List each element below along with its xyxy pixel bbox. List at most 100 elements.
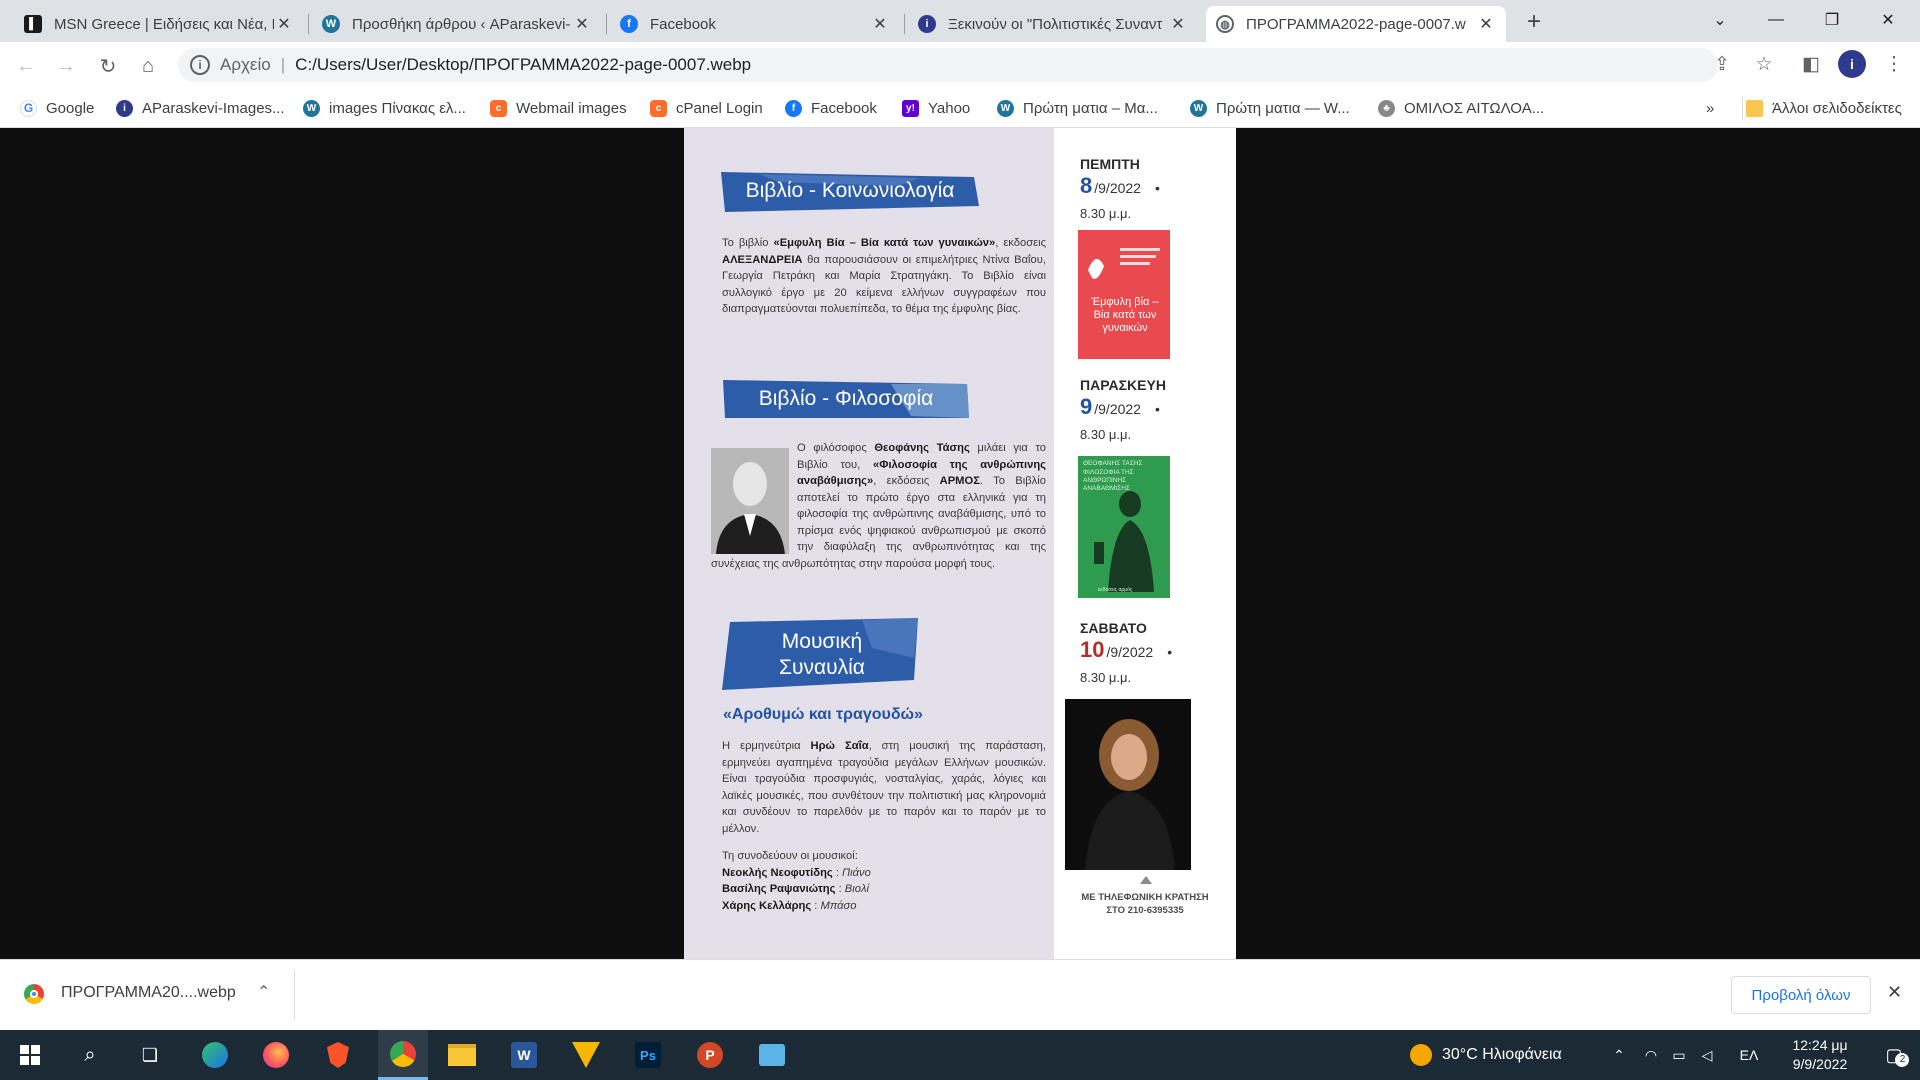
download-filename[interactable]: ΠΡΟΓΡΑΜΜΑ20....webp [61, 984, 236, 1002]
bookmark-yahoo[interactable]: y! Yahoo [902, 96, 970, 120]
event-time: 8.30 μ.μ. [1080, 670, 1132, 685]
book-cover-filosofia: ΘΕΟΦΑΝΗΣ ΤΑΣΗΣ ΦΙΛΟΣΟΦΙΑ ΤΗΣ ΑΝΘΡΩΠΙΝΗΣ … [1078, 456, 1170, 598]
reload-button[interactable]: ↻ [92, 50, 124, 82]
task-view-icon[interactable]: ❏ [130, 1030, 170, 1080]
powerpoint-icon[interactable]: P [688, 1030, 732, 1080]
search-icon[interactable]: ⌕ [70, 1030, 110, 1080]
musician-row: Νεοκλής Νεοφυτίδης : Πιάνο [722, 866, 871, 879]
book-cover-publisher: εκδόσεις αρμός [1098, 587, 1133, 593]
tab-title: MSN Greece | Ειδήσεις και Νέα, Ε [54, 15, 274, 33]
notifications-icon[interactable]: ▢ 2 [1874, 1030, 1914, 1080]
tab-facebook[interactable]: f Facebook ✕ [610, 6, 900, 42]
facebook-icon: f [785, 99, 802, 117]
address-bar[interactable]: i Αρχείο | C:/Users/User/Desktop/ΠΡΟΓΡΑΜ… [178, 48, 1718, 82]
divider: | [280, 55, 286, 74]
info-icon[interactable]: i [190, 55, 210, 75]
aparaskevi-icon: i [918, 15, 936, 33]
menu-kebab-icon[interactable]: ⋮ [1880, 50, 1908, 78]
edge-icon[interactable] [193, 1030, 237, 1080]
musician-name: Χάρης Κελλάρης [722, 899, 812, 912]
wifi-icon[interactable]: ◠ [1640, 1030, 1662, 1080]
close-icon[interactable]: ✕ [870, 14, 890, 34]
bookmark-label: Facebook [811, 99, 877, 117]
banner-title-line2: Συναυλία [779, 656, 865, 679]
aparaskevi-icon: i [116, 99, 133, 117]
msn-icon: ▌ [24, 15, 42, 33]
event-date-rest: /9/2022 [1094, 180, 1141, 196]
clock[interactable]: 12:24 μμ 9/9/2022 [1770, 1030, 1870, 1080]
singer-photo-shape [1085, 719, 1175, 870]
musicians-list: Τη συνοδεύουν οι μουσικοί: Νεοκλής Νεοφυ… [722, 848, 1046, 914]
bookmark-images-pinakas[interactable]: W images Πίνακας ελ... [303, 96, 466, 120]
vectorizer-icon[interactable] [564, 1030, 608, 1080]
forward-button[interactable]: → [50, 50, 82, 82]
tab-search-chevron-icon[interactable]: ⌄ [1692, 0, 1748, 40]
battery-icon[interactable]: ▭ [1668, 1030, 1690, 1080]
event-time: 8.30 μ.μ. [1080, 427, 1132, 442]
bookmark-webmail-images[interactable]: c Webmail images [490, 96, 627, 120]
close-shelf-button[interactable]: ✕ [1887, 982, 1902, 1003]
tab-aparaskevi[interactable]: i Ξεκινούν οι "Πολιτιστικές Συναντ ✕ [908, 6, 1198, 42]
bookmark-label: images Πίνακας ελ... [329, 99, 466, 117]
close-icon[interactable]: ✕ [274, 14, 294, 34]
banner-concert: Μουσική Συναυλία [722, 618, 922, 692]
close-icon[interactable]: ✕ [572, 14, 592, 34]
bullet: • [1167, 644, 1173, 660]
bookmark-facebook[interactable]: f Facebook [785, 96, 877, 120]
bookmarks-overflow[interactable]: » [1706, 96, 1714, 120]
performer-name: Ηρώ Σαΐα [810, 740, 869, 752]
bookmark-cpanel-login[interactable]: c cPanel Login [650, 96, 763, 120]
minimize-button[interactable]: — [1748, 0, 1804, 40]
chrome-taskbar-icon[interactable] [378, 1030, 428, 1080]
bookmark-proti-matia-1[interactable]: W Πρώτη ματια – Μα... [997, 96, 1158, 120]
url-text[interactable]: C:/Users/User/Desktop/ΠΡΟΓΡΑΜΜΑ2022-page… [295, 55, 751, 75]
close-icon[interactable]: ✕ [1168, 14, 1188, 34]
bookmark-proti-matia-2[interactable]: W Πρώτη ματια — W... [1190, 96, 1350, 120]
brave-icon[interactable] [316, 1030, 360, 1080]
bookmark-aparaskevi-images[interactable]: i AParaskevi-Images... [116, 96, 285, 120]
share-icon[interactable]: ⇪ [1708, 50, 1736, 78]
window-close-button[interactable]: ✕ [1860, 0, 1916, 40]
remote-desktop-icon[interactable] [750, 1030, 794, 1080]
volume-icon[interactable]: ◁ [1696, 1030, 1718, 1080]
tab-title: ΠΡΟΓΡΑΜΜΑ2022-page-0007.w [1246, 15, 1466, 33]
tab-separator [308, 14, 309, 34]
firefox-icon[interactable] [254, 1030, 298, 1080]
bookmark-omilos[interactable]: ♣ ΟΜΙΛΟΣ ΑΙΤΩΛΟΑ... [1378, 96, 1544, 120]
star-icon[interactable]: ☆ [1750, 50, 1778, 78]
language-indicator[interactable]: ΕΛ [1734, 1030, 1764, 1080]
close-icon[interactable]: ✕ [1476, 14, 1496, 34]
show-all-downloads-button[interactable]: Προβολή όλων [1731, 976, 1871, 1014]
restore-button[interactable]: ❐ [1804, 0, 1860, 40]
clock-date: 9/9/2022 [1792, 1056, 1848, 1072]
word-icon[interactable]: W [502, 1030, 546, 1080]
weather-widget[interactable]: 30°C Ηλιοφάνεια [1410, 1030, 1590, 1080]
chrome-icon [24, 984, 44, 1004]
tab-msn[interactable]: ▌ MSN Greece | Ειδήσεις και Νέα, Ε ✕ [14, 6, 304, 42]
windows-start-icon[interactable] [10, 1030, 50, 1080]
home-button[interactable]: ⌂ [132, 50, 164, 82]
photoshop-icon[interactable]: Ps [626, 1030, 670, 1080]
profile-avatar[interactable]: i [1838, 50, 1866, 78]
bookmark-other-folder[interactable]: Άλλοι σελιδοδείκτες [1746, 96, 1902, 120]
back-button[interactable]: ← [10, 50, 42, 82]
bookmark-google[interactable]: G Google [20, 96, 94, 120]
file-explorer-icon[interactable] [440, 1030, 484, 1080]
event-date: 9 /9/2022 • [1080, 394, 1160, 420]
musician-name: Νεοκλής Νεοφυτίδης [722, 866, 833, 879]
text: Ο φιλόσοφος [797, 442, 875, 454]
tab-separator [606, 14, 607, 34]
program-page[interactable]: Βιβλίο - Κοινωνιολογία Το βιβλίο «Εμφυλη… [684, 128, 1236, 959]
tab-wordpress[interactable]: W Προσθήκη άρθρου ‹ AParaskevi- ✕ [312, 6, 602, 42]
windows-taskbar: ⌕ ❏ W Ps P 30°C Ηλιοφάνεια ⌃ ◠ ▭ ◁ ΕΛ 12… [0, 1030, 1920, 1080]
musician-instrument: Βιολί [844, 883, 869, 895]
philosophy-description: Ο φιλόσοφος Θεοφάνης Τάσης μιλάει για το… [711, 440, 1046, 572]
new-tab-button[interactable]: + [1519, 8, 1549, 36]
chevron-up-icon[interactable]: ⌃ [257, 982, 270, 1002]
side-panel-icon[interactable]: ◧ [1797, 50, 1825, 78]
event-date-rest: /9/2022 [1106, 644, 1154, 660]
tab-image-viewer[interactable]: ◍ ΠΡΟΓΡΑΜΜΑ2022-page-0007.w ✕ [1206, 6, 1506, 42]
photo-float-spacer [711, 440, 797, 552]
divider [294, 970, 295, 1020]
chevron-up-icon[interactable]: ⌃ [1608, 1030, 1630, 1080]
